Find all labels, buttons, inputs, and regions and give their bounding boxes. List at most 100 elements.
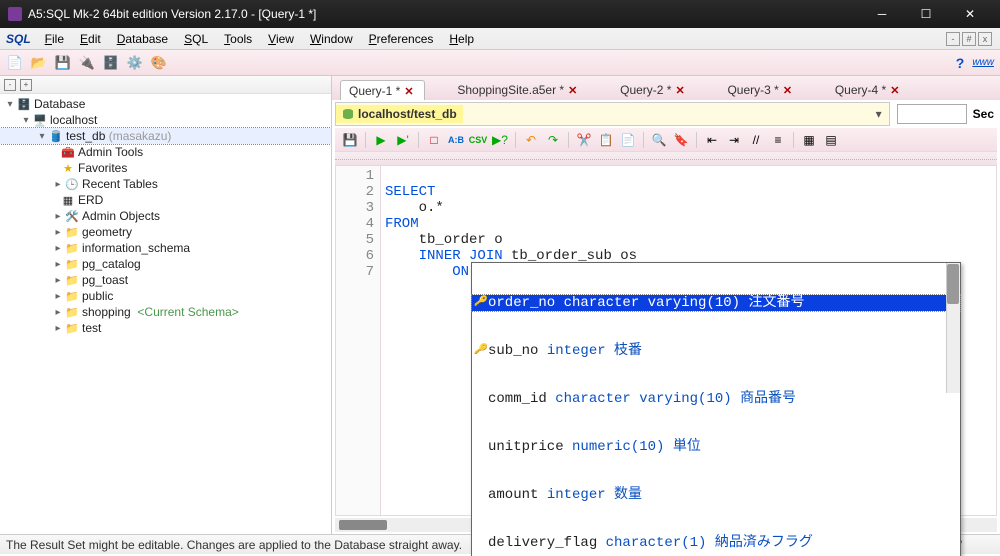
tree-favorites[interactable]: ★Favorites [0, 160, 331, 176]
indent-right-icon[interactable]: ⇥ [725, 131, 743, 149]
tab-close-icon[interactable]: ✕ [404, 85, 416, 97]
ac-item-order-no[interactable]: 🔑order_no character varying(10) 注文番号 [472, 295, 960, 311]
color-palette-icon[interactable]: 🎨 [150, 54, 168, 72]
ab-icon[interactable]: A:B [447, 131, 465, 149]
sidebar: - + ▾🗄️Database ▾🖥️localhost ▾🛢️ test_db… [0, 76, 332, 534]
tab-query-3[interactable]: Query-3 *✕ [719, 80, 802, 100]
csv-icon[interactable]: CSV [469, 131, 487, 149]
tab-shoppingsite[interactable]: ShoppingSite.a5er *✕ [449, 80, 588, 100]
run-step-icon[interactable]: ▶' [394, 131, 412, 149]
tree-test[interactable]: ▸📁test [0, 320, 331, 336]
ac-item-sub-no[interactable]: 🔑sub_no integer 枝番 [472, 343, 960, 359]
key-icon: 🔑 [474, 343, 488, 359]
menu-file[interactable]: File [37, 30, 72, 48]
tab-query-1[interactable]: Query-1 *✕ [340, 80, 425, 100]
tab-query-2[interactable]: Query-2 *✕ [612, 80, 695, 100]
menu-database[interactable]: Database [109, 30, 176, 48]
ac-item-delivery-flag[interactable]: delivery_flag character(1) 納品済みフラグ [472, 535, 960, 551]
autocomplete-popup[interactable]: 🔑order_no character varying(10) 注文番号 🔑su… [471, 262, 961, 556]
tab-query-4[interactable]: Query-4 *✕ [827, 80, 910, 100]
tree-public[interactable]: ▸📁public [0, 288, 331, 304]
tree-recent-tables[interactable]: ▸🕒Recent Tables [0, 176, 331, 192]
minimize-button[interactable]: ─ [860, 0, 904, 28]
app-icon [8, 7, 22, 21]
maximize-button[interactable]: ☐ [904, 0, 948, 28]
undo-icon[interactable]: ↶ [522, 131, 540, 149]
ac-scrollbar[interactable] [946, 263, 960, 393]
database-tree[interactable]: ▾🗄️Database ▾🖥️localhost ▾🛢️ test_db (ma… [0, 94, 331, 534]
format-icon[interactable]: ≡ [769, 131, 787, 149]
tab-close-icon[interactable]: ✕ [783, 84, 795, 96]
sidebar-toolbar: - + [0, 76, 331, 94]
tree-db[interactable]: ▾🛢️ test_db (masakazu) [0, 128, 331, 144]
menu-window[interactable]: Window [302, 30, 361, 48]
tree-pg-toast[interactable]: ▸📁pg_toast [0, 272, 331, 288]
help-icon[interactable]: ? [956, 55, 965, 71]
editor-toolbar: 💾 ▶ ▶' □ A:B CSV ▶? ↶ ↷ ✂️ 📋 📄 🔍 🔖 ⇤ ⇥ /… [335, 128, 997, 152]
tab-close-icon[interactable]: ✕ [568, 84, 580, 96]
menu-help[interactable]: Help [441, 30, 482, 48]
grid-icon[interactable]: ▤ [822, 131, 840, 149]
tree-admin-objects[interactable]: ▸🛠️Admin Objects [0, 208, 331, 224]
menu-bar: SQL File Edit Database SQL Tools View Wi… [0, 28, 1000, 50]
new-icon[interactable]: 📄 [6, 54, 24, 72]
table-icon[interactable]: ▦ [800, 131, 818, 149]
menu-edit[interactable]: Edit [72, 30, 109, 48]
indent-left-icon[interactable]: ⇤ [703, 131, 721, 149]
line-gutter: 1234567 [336, 166, 381, 515]
save-icon[interactable]: 💾 [341, 131, 359, 149]
tree-pg-catalog[interactable]: ▸📁pg_catalog [0, 256, 331, 272]
menu-tools[interactable]: Tools [216, 30, 260, 48]
tab-bar: Query-1 *✕ ShoppingSite.a5er *✕ Query-2 … [332, 76, 1000, 100]
sql-editor[interactable]: 1234567 SELECT o.* FROM tb_order o INNER… [335, 166, 997, 516]
tree-shopping[interactable]: ▸📁shopping <Current Schema> [0, 304, 331, 320]
bookmark-icon[interactable]: 🔖 [672, 131, 690, 149]
comment-icon[interactable]: // [747, 131, 765, 149]
tree-information-schema[interactable]: ▸📁information_schema [0, 240, 331, 256]
main-toolbar: 📄 📂 💾 🔌 🗄️ ⚙️ 🎨 ? www [0, 50, 1000, 76]
search-icon[interactable]: 🔍 [650, 131, 668, 149]
collapse-icon[interactable]: - [4, 79, 16, 91]
tree-host[interactable]: ▾🖥️localhost [0, 112, 331, 128]
database-selector[interactable]: localhost/test_db ▾ [335, 102, 890, 126]
tree-geometry[interactable]: ▸📁geometry [0, 224, 331, 240]
section-input[interactable] [897, 104, 967, 124]
run-all-icon[interactable]: ▶? [491, 131, 509, 149]
tab-close-icon[interactable]: ✕ [675, 84, 687, 96]
ruler [335, 152, 997, 166]
close-button[interactable]: ✕ [948, 0, 992, 28]
key-icon: 🔑 [474, 295, 488, 311]
paste-icon[interactable]: 📄 [619, 131, 637, 149]
mdi-close-button[interactable]: x [978, 32, 992, 46]
redo-icon[interactable]: ↷ [544, 131, 562, 149]
stop-icon[interactable]: □ [425, 131, 443, 149]
copy-icon[interactable]: 📋 [597, 131, 615, 149]
tab-close-icon[interactable]: ✕ [890, 84, 902, 96]
expand-icon[interactable]: + [20, 79, 32, 91]
mdi-restore-button[interactable]: # [962, 32, 976, 46]
save-icon[interactable]: 💾 [54, 54, 72, 72]
code-text[interactable]: SELECT o.* FROM tb_order o INNER JOIN tb… [381, 166, 996, 515]
tree-root[interactable]: ▾🗄️Database [0, 96, 331, 112]
menu-preferences[interactable]: Preferences [361, 30, 442, 48]
db-list-icon[interactable]: 🗄️ [102, 54, 120, 72]
ac-item-comm-id[interactable]: comm_id character varying(10) 商品番号 [472, 391, 960, 407]
web-link-icon[interactable]: www [972, 57, 994, 68]
ac-item-unitprice[interactable]: unitprice numeric(10) 単位 [472, 439, 960, 455]
chevron-down-icon[interactable]: ▾ [873, 107, 885, 121]
database-icon [342, 108, 354, 120]
ac-item-amount[interactable]: amount integer 数量 [472, 487, 960, 503]
cut-icon[interactable]: ✂️ [575, 131, 593, 149]
settings-gear-icon[interactable]: ⚙️ [126, 54, 144, 72]
title-bar: A5:SQL Mk-2 64bit edition Version 2.17.0… [0, 0, 1000, 28]
mdi-minimize-button[interactable]: - [946, 32, 960, 46]
menu-sql[interactable]: SQL [176, 30, 216, 48]
menu-view[interactable]: View [260, 30, 302, 48]
open-folder-icon[interactable]: 📂 [30, 54, 48, 72]
window-title: A5:SQL Mk-2 64bit edition Version 2.17.0… [28, 7, 860, 21]
tree-erd[interactable]: ▦ERD [0, 192, 331, 208]
tree-admin-tools[interactable]: 🧰Admin Tools [0, 144, 331, 160]
db-connect-icon[interactable]: 🔌 [78, 54, 96, 72]
run-icon[interactable]: ▶ [372, 131, 390, 149]
main-split: - + ▾🗄️Database ▾🖥️localhost ▾🛢️ test_db… [0, 76, 1000, 534]
